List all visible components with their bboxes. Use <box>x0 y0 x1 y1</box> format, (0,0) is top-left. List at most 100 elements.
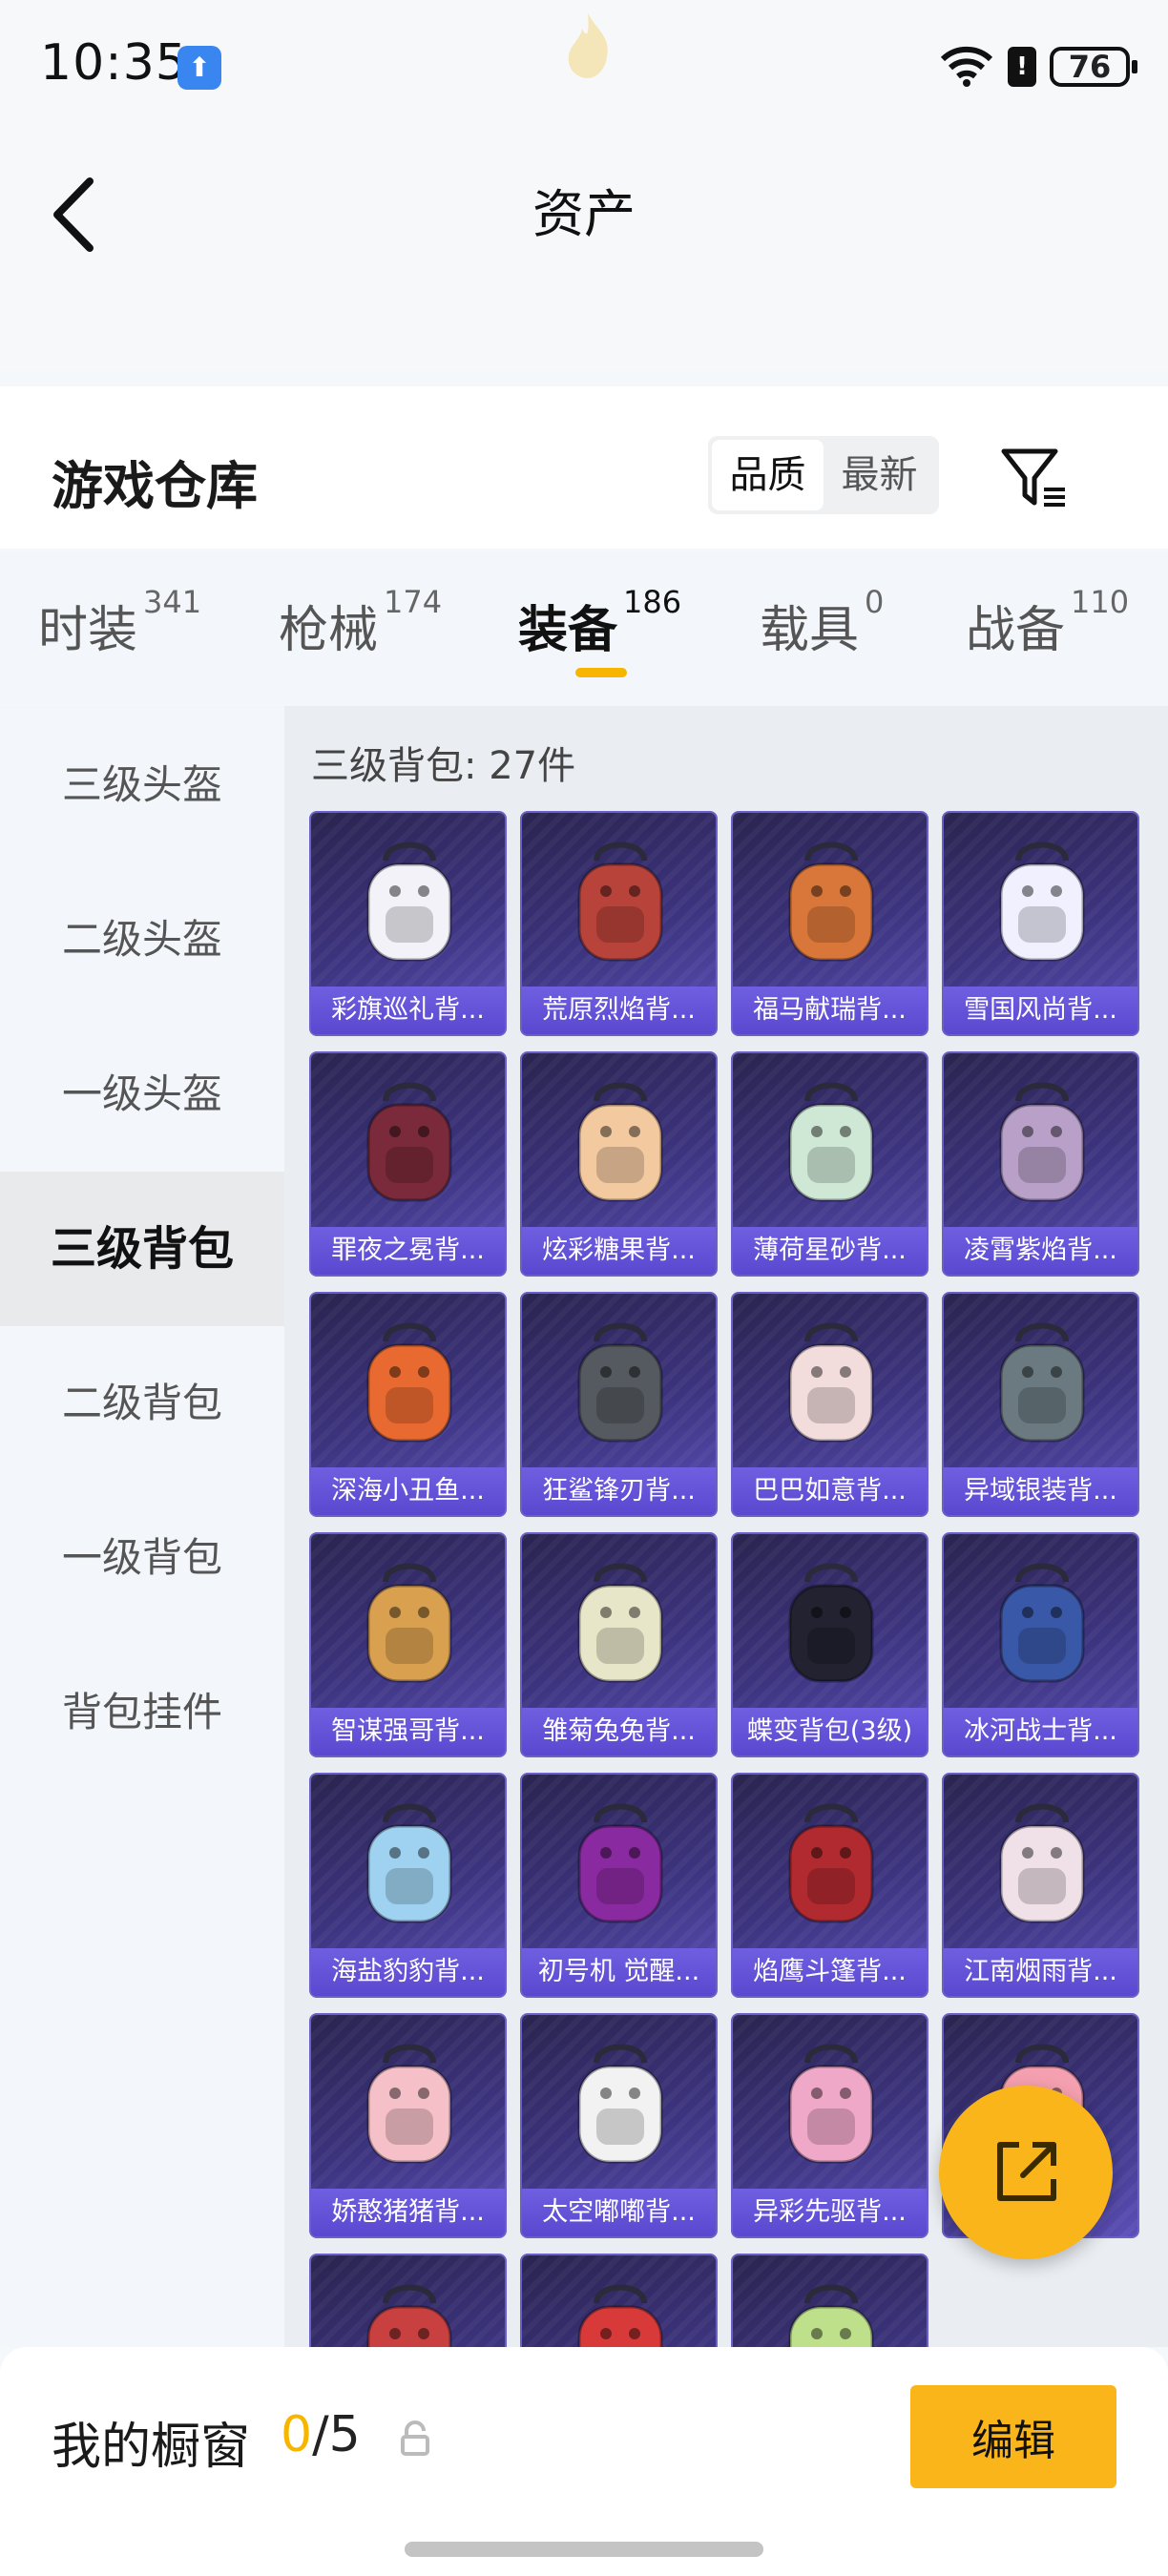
item-card[interactable]: 荒原烈焰背... <box>520 811 718 1036</box>
backpack-icon <box>577 841 663 962</box>
item-name: 狂鲨锋刃背... <box>522 1467 716 1515</box>
item-card[interactable]: 炫彩糖果背... <box>520 1051 718 1277</box>
item-name: 太空嘟嘟背... <box>522 2189 716 2236</box>
item-card[interactable]: 彩旗巡礼背... <box>309 811 507 1036</box>
status-time: 10:35 <box>40 34 188 92</box>
backpack-icon <box>788 1803 874 1923</box>
upload-notification-icon: ⬆ <box>177 46 221 90</box>
category-tabs: 时装 341 枪械 174 装备 186 载具 0 战备 110 <box>0 551 1168 704</box>
item-name: 智谋强哥背... <box>311 1708 505 1755</box>
filter-icon[interactable] <box>996 440 1073 516</box>
sidebar-item-lv1-backpack[interactable]: 一级背包 <box>0 1481 284 1635</box>
backpack-icon <box>788 841 874 962</box>
sort-quality-button[interactable]: 品质 <box>712 440 824 510</box>
tab-count: 186 <box>623 584 682 620</box>
tab-count: 110 <box>1071 584 1130 620</box>
item-card[interactable]: 江南烟雨背... <box>942 1773 1139 1998</box>
sidebar-item-lv3-helmet[interactable]: 三级头盔 <box>0 708 284 862</box>
item-card[interactable]: 娇憨猪猪背... <box>309 2013 507 2238</box>
backpack-icon <box>577 1322 663 1443</box>
tab-active-indicator <box>575 668 627 677</box>
item-card[interactable]: 雏菊兔兔背... <box>520 1532 718 1757</box>
subcategory-sidebar: 三级头盔 二级头盔 一级头盔 三级背包 二级背包 一级背包 背包挂件 <box>0 706 284 2347</box>
item-name: 冰河战士背... <box>944 1708 1137 1755</box>
backpack-icon <box>577 1082 663 1202</box>
backpack-icon <box>366 2044 452 2164</box>
backpack-icon <box>999 1322 1085 1443</box>
item-name: 江南烟雨背... <box>944 1948 1137 1996</box>
sidebar-item-lv3-backpack[interactable]: 三级背包 <box>0 1172 284 1326</box>
status-icons: ! 76 <box>939 42 1137 92</box>
item-card[interactable]: 巴巴如意背... <box>731 1292 928 1517</box>
item-card[interactable]: 雪国风尚背... <box>942 811 1139 1036</box>
item-card[interactable]: 太空嘟嘟背... <box>520 2013 718 2238</box>
sidebar-item-backpack-charm[interactable]: 背包挂件 <box>0 1635 284 1790</box>
status-bar: 10:35 ⬆ ! 76 <box>0 0 1168 134</box>
tab-count: 0 <box>865 584 885 620</box>
item-name: 巴巴如意背... <box>733 1467 927 1515</box>
item-name: 雪国风尚背... <box>944 987 1137 1034</box>
warehouse-bar: 游戏仓库 品质 最新 <box>0 386 1168 549</box>
wifi-icon <box>940 46 993 87</box>
tab-count: 341 <box>143 584 202 620</box>
item-card[interactable]: 凌霄紫焰背... <box>942 1051 1139 1277</box>
item-card[interactable]: 深海小丑鱼... <box>309 1292 507 1517</box>
home-indicator[interactable] <box>405 2542 763 2557</box>
item-card[interactable]: 蝶变背包(3级) <box>731 1532 928 1757</box>
page-title: 资产 <box>532 184 636 244</box>
item-name: 蝶变背包(3级) <box>733 1708 927 1755</box>
item-card[interactable]: 初号机 觉醒... <box>520 1773 718 1998</box>
item-card[interactable]: 异域银装背... <box>942 1292 1139 1517</box>
tab-supplies[interactable]: 战备 110 <box>966 584 1129 661</box>
item-card[interactable]: 薄荷星砂背... <box>731 1051 928 1277</box>
item-card[interactable]: 罪夜之冕背... <box>309 1051 507 1277</box>
backpack-icon <box>999 1082 1085 1202</box>
sidebar-item-lv2-helmet[interactable]: 二级头盔 <box>0 862 284 1017</box>
sort-latest-button[interactable]: 最新 <box>824 440 935 510</box>
tab-vehicles[interactable]: 载具 0 <box>760 584 884 661</box>
section-title: 三级背包: 27件 <box>311 744 576 788</box>
flame-icon <box>568 13 608 78</box>
item-name: 娇憨猪猪背... <box>311 2189 505 2236</box>
item-name: 炫彩糖果背... <box>522 1227 716 1275</box>
showcase-total: /5 <box>312 2406 361 2463</box>
external-link-icon <box>997 2142 1056 2201</box>
edit-button[interactable]: 编辑 <box>910 2385 1116 2488</box>
item-card[interactable]: 异彩先驱背... <box>731 2013 928 2238</box>
item-card[interactable] <box>731 2254 928 2347</box>
backpack-icon <box>366 1082 452 1202</box>
tab-guns[interactable]: 枪械 174 <box>279 584 442 661</box>
backpack-icon <box>788 1563 874 1683</box>
backpack-icon <box>366 2284 452 2347</box>
item-card[interactable]: 狂鲨锋刃背... <box>520 1292 718 1517</box>
item-card[interactable] <box>309 2254 507 2347</box>
item-card[interactable]: 冰河战士背... <box>942 1532 1139 1757</box>
item-name: 异域银装背... <box>944 1467 1137 1515</box>
item-card[interactable]: 智谋强哥背... <box>309 1532 507 1757</box>
backpack-icon <box>577 2284 663 2347</box>
sidebar-item-lv2-backpack[interactable]: 二级背包 <box>0 1326 284 1481</box>
showcase-title: 我的橱窗 <box>52 2419 251 2476</box>
item-name: 彩旗巡礼背... <box>311 987 505 1034</box>
alert-icon: ! <box>1008 47 1036 87</box>
item-name: 焰鹰斗篷背... <box>733 1948 927 1996</box>
backpack-icon <box>366 841 452 962</box>
tab-count: 174 <box>384 584 443 620</box>
backpack-icon <box>577 1803 663 1923</box>
backpack-icon <box>577 1563 663 1683</box>
tab-fashion[interactable]: 时装 341 <box>38 584 201 661</box>
sidebar-item-lv1-helmet[interactable]: 一级头盔 <box>0 1017 284 1172</box>
lock-icon <box>401 2420 429 2456</box>
item-card[interactable]: 福马献瑞背... <box>731 811 928 1036</box>
item-name: 罪夜之冕背... <box>311 1227 505 1275</box>
item-card[interactable]: 海盐豹豹背... <box>309 1773 507 1998</box>
tab-equipment[interactable]: 装备 186 <box>518 584 681 661</box>
item-card[interactable] <box>520 2254 718 2347</box>
sort-toggle: 品质 最新 <box>708 436 939 514</box>
share-button[interactable] <box>939 2086 1113 2259</box>
item-name: 凌霄紫焰背... <box>944 1227 1137 1275</box>
item-card[interactable]: 焰鹰斗篷背... <box>731 1773 928 1998</box>
backpack-icon <box>999 1803 1085 1923</box>
item-name: 初号机 觉醒... <box>522 1948 716 1996</box>
backpack-icon <box>999 841 1085 962</box>
